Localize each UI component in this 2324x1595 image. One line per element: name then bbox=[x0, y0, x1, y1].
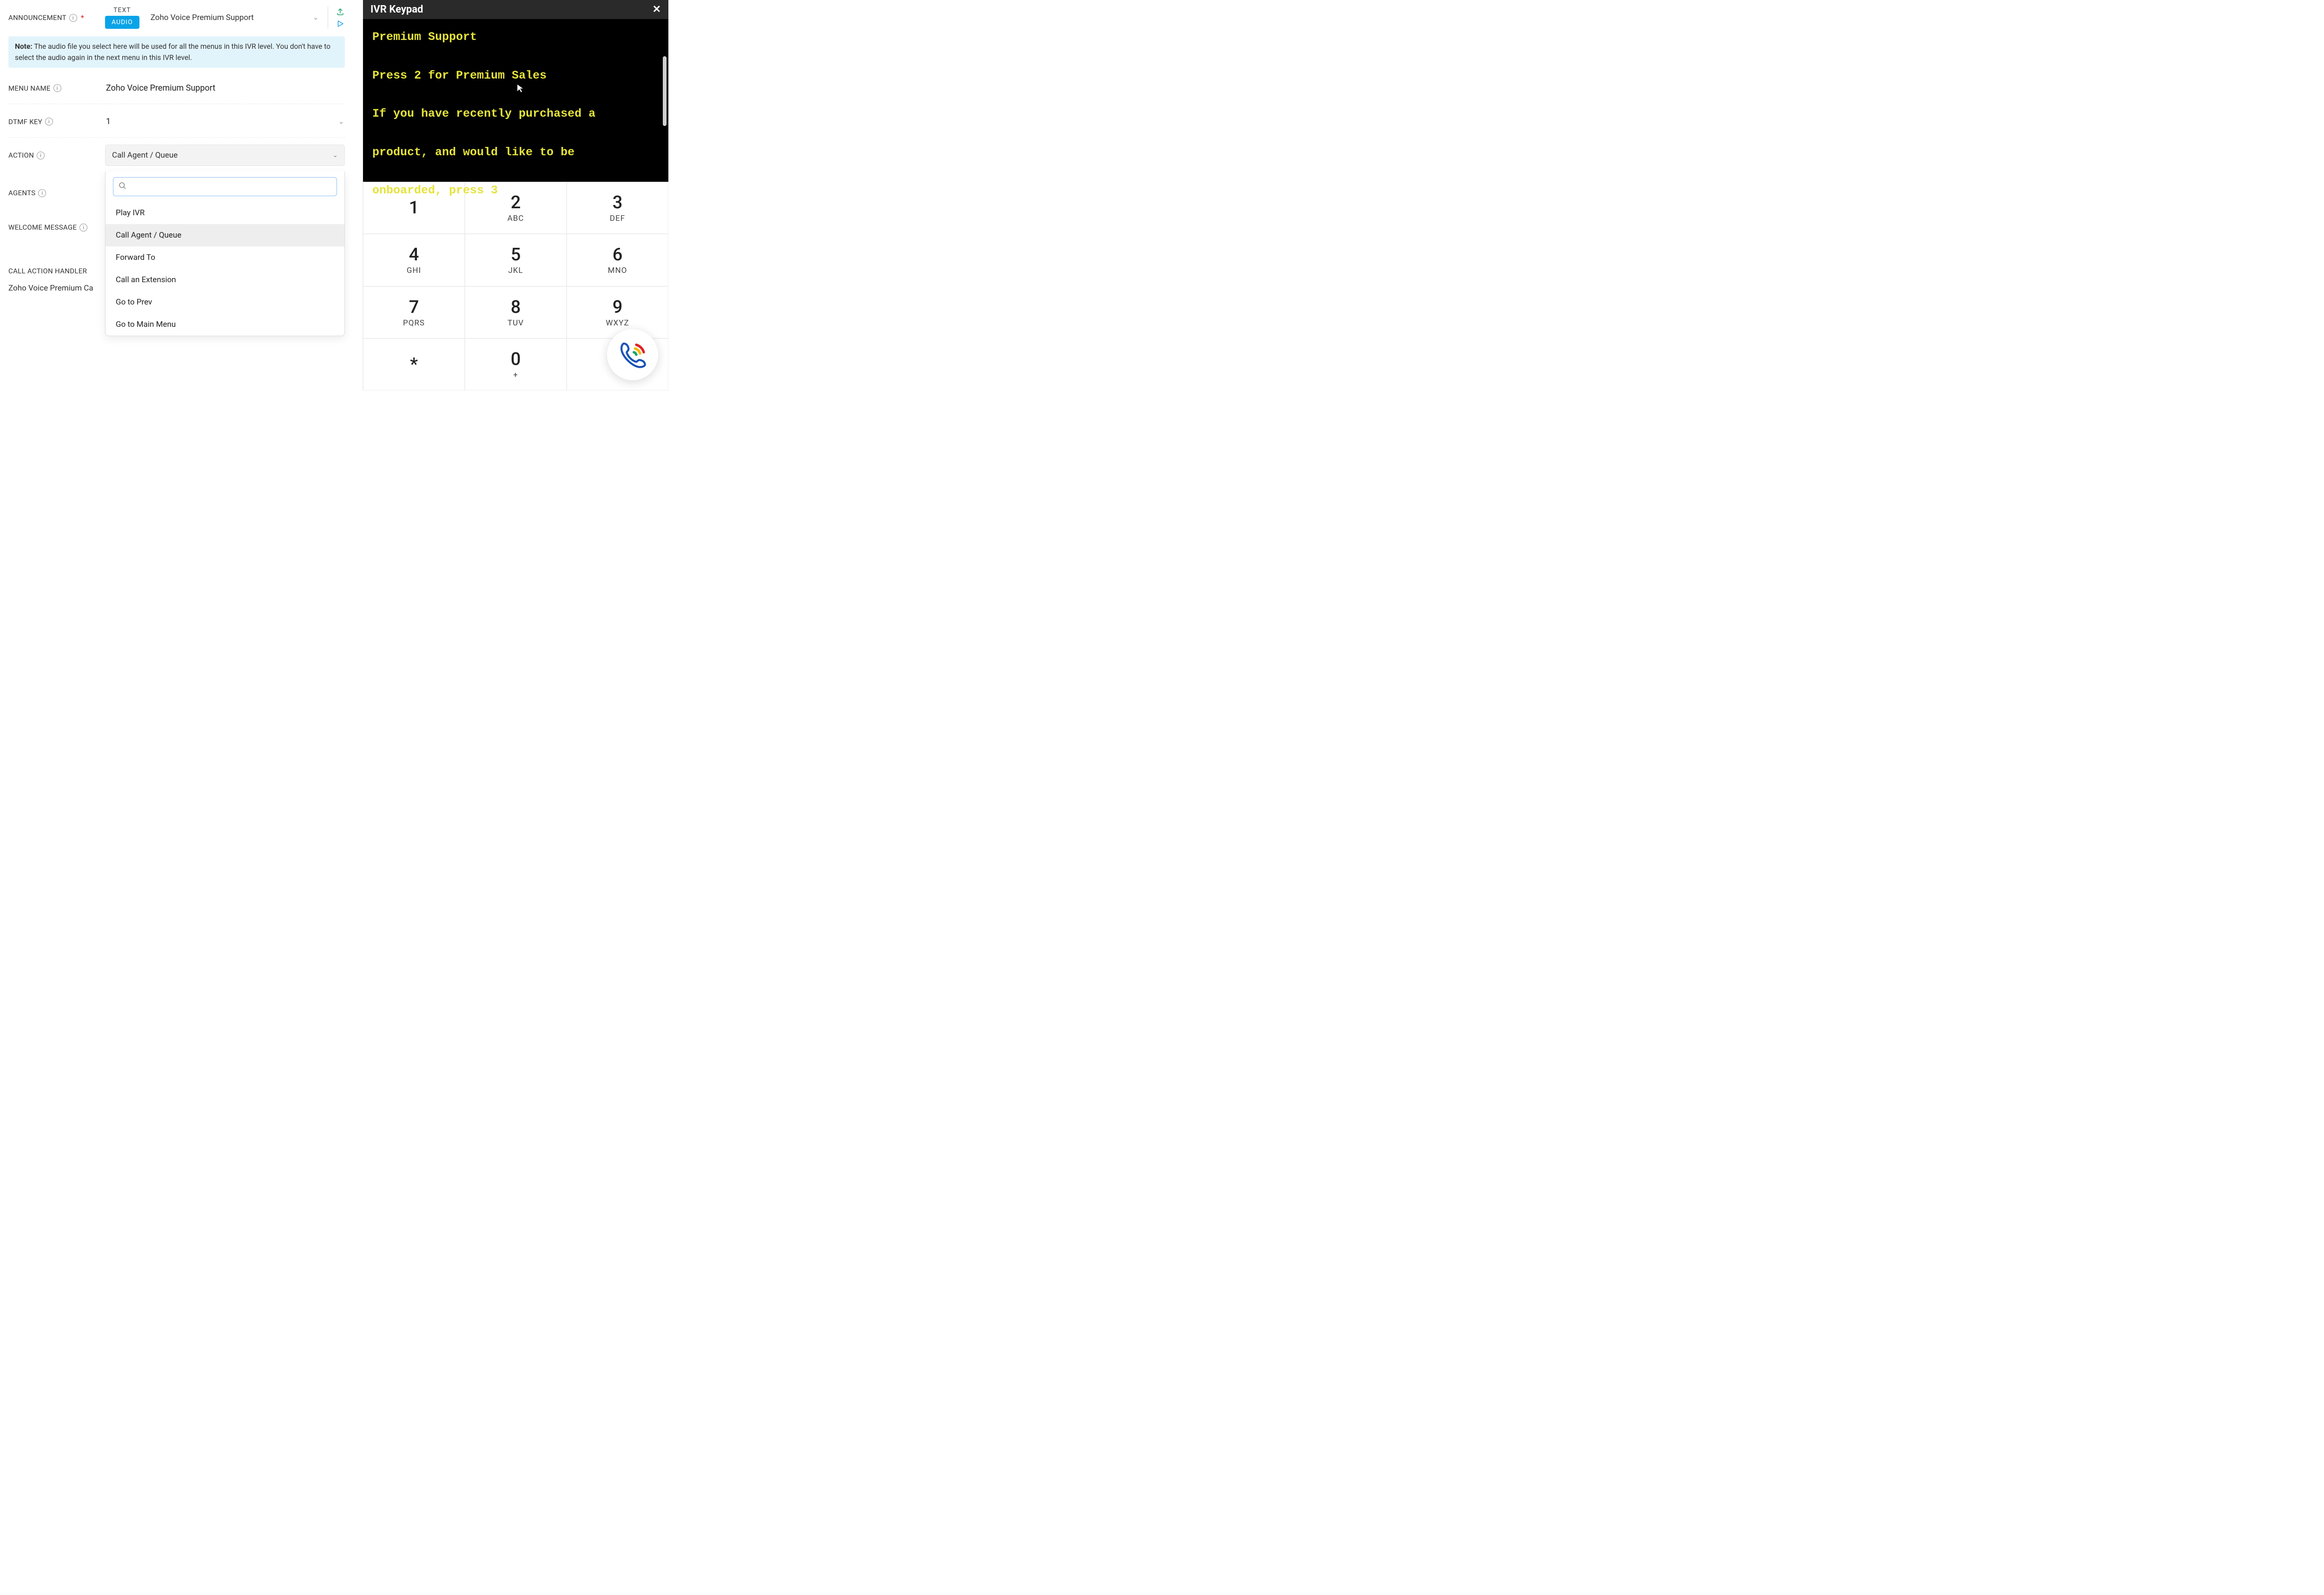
keypad-key[interactable]: 7PQRS bbox=[363, 286, 465, 338]
keypad-letters: GHI bbox=[407, 266, 421, 275]
action-label: ACTION bbox=[8, 151, 34, 159]
ivr-keypad-panel: IVR Keypad ✕ Premium Support Press 2 for… bbox=[363, 0, 668, 390]
action-option[interactable]: Go to Prev bbox=[106, 291, 344, 313]
display-line bbox=[372, 123, 659, 142]
tab-text[interactable]: TEXT bbox=[113, 7, 131, 14]
action-option[interactable]: Go to Main Menu bbox=[106, 313, 344, 336]
keypad-title: IVR Keypad bbox=[370, 4, 423, 15]
keypad-digit: 9 bbox=[613, 297, 623, 318]
keypad-letters: WXYZ bbox=[606, 318, 629, 328]
info-icon[interactable]: i bbox=[53, 84, 61, 92]
keypad-key[interactable]: 4GHI bbox=[363, 234, 465, 286]
keypad-key[interactable]: * bbox=[363, 338, 465, 390]
keypad-key[interactable]: 8TUV bbox=[465, 286, 567, 338]
display-line: Press 2 for Premium Sales bbox=[372, 66, 659, 85]
action-row: ACTION i Call Agent / Queue ⌄ Play IVRCa… bbox=[8, 138, 345, 171]
phone-fab[interactable] bbox=[607, 329, 658, 380]
announcement-label: ANNOUNCEMENT i * bbox=[8, 13, 105, 22]
menu-name-value: Zoho Voice Premium Support bbox=[106, 83, 215, 93]
upload-icon[interactable] bbox=[336, 7, 345, 16]
keypad-letters: TUV bbox=[508, 318, 524, 328]
keypad-key[interactable]: 9WXYZ bbox=[567, 286, 668, 338]
chevron-down-icon: ⌄ bbox=[313, 14, 318, 21]
display-line: If you have recently purchased a bbox=[372, 104, 659, 123]
announcement-value: TEXT AUDIO Zoho Voice Premium Support ⌄ bbox=[105, 7, 345, 29]
keypad-letters: JKL bbox=[508, 266, 523, 275]
display-line: product, and would like to be bbox=[372, 143, 659, 162]
announcement-label-text: ANNOUNCEMENT bbox=[8, 13, 66, 22]
chevron-down-icon: ⌄ bbox=[332, 152, 338, 159]
action-dropdown: Play IVRCall Agent / QueueForward ToCall… bbox=[105, 172, 345, 336]
action-select[interactable]: Call Agent / Queue ⌄ bbox=[105, 145, 345, 166]
info-icon[interactable]: i bbox=[69, 14, 77, 22]
action-option[interactable]: Call Agent / Queue bbox=[106, 224, 344, 246]
call-action-handler-label: CALL ACTION HANDLER bbox=[8, 267, 87, 275]
keypad-digit: 8 bbox=[511, 297, 521, 318]
close-icon[interactable]: ✕ bbox=[653, 4, 661, 15]
keypad-digit: 1 bbox=[409, 198, 419, 218]
info-icon[interactable]: i bbox=[79, 224, 87, 232]
dtmf-select[interactable]: 1 ⌄ bbox=[105, 115, 345, 128]
dtmf-row: DTMF KEY i 1 ⌄ bbox=[8, 104, 345, 138]
action-option[interactable]: Call an Extension bbox=[106, 269, 344, 291]
welcome-label: WELCOME MESSAGE bbox=[8, 223, 77, 232]
note-bold: Note: bbox=[15, 42, 33, 51]
action-select-wrap: Call Agent / Queue ⌄ Play IVRCall Agent … bbox=[105, 145, 345, 166]
keypad-key[interactable]: 0+ bbox=[465, 338, 567, 390]
keypad-header: IVR Keypad ✕ bbox=[363, 0, 668, 19]
display-line bbox=[372, 85, 659, 104]
announcement-audio-value: Zoho Voice Premium Support bbox=[151, 13, 254, 22]
dtmf-label: DTMF KEY bbox=[8, 118, 42, 126]
dtmf-value: 1 bbox=[106, 117, 111, 126]
menu-name-input[interactable]: Zoho Voice Premium Support bbox=[105, 81, 345, 95]
announcement-tabs: TEXT AUDIO bbox=[105, 7, 139, 29]
info-icon[interactable]: i bbox=[45, 118, 53, 126]
display-line: Premium Support bbox=[372, 27, 659, 46]
keypad-digit: 6 bbox=[613, 245, 623, 265]
menu-name-row: MENU NAME i Zoho Voice Premium Support bbox=[8, 71, 345, 104]
required-asterisk: * bbox=[81, 13, 84, 22]
keypad-key[interactable]: 5JKL bbox=[465, 234, 567, 286]
menu-name-label: MENU NAME bbox=[8, 84, 51, 93]
scrollbar[interactable] bbox=[663, 56, 667, 126]
ivr-config-panel: ANNOUNCEMENT i * TEXT AUDIO Zoho Voice P… bbox=[0, 0, 353, 390]
keypad-digit: 0 bbox=[511, 349, 521, 370]
announcement-row: ANNOUNCEMENT i * TEXT AUDIO Zoho Voice P… bbox=[8, 0, 345, 33]
info-icon[interactable]: i bbox=[38, 189, 46, 197]
tab-audio[interactable]: AUDIO bbox=[105, 16, 139, 29]
keypad-digit: 5 bbox=[511, 245, 521, 265]
chevron-down-icon: ⌄ bbox=[338, 118, 344, 126]
action-option[interactable]: Play IVR bbox=[106, 202, 344, 224]
search-icon bbox=[118, 181, 126, 192]
display-line bbox=[372, 46, 659, 66]
keypad-display: Premium Support Press 2 for Premium Sale… bbox=[363, 19, 668, 182]
dropdown-search[interactable] bbox=[113, 177, 337, 196]
keypad-letters: MNO bbox=[608, 266, 627, 275]
keypad-digit: 4 bbox=[409, 245, 419, 265]
note-text: The audio file you select here will be u… bbox=[15, 42, 330, 62]
note-box: Note: The audio file you select here wil… bbox=[8, 36, 345, 68]
action-option[interactable]: Forward To bbox=[106, 246, 344, 269]
keypad-letters: + bbox=[513, 371, 518, 380]
info-icon[interactable]: i bbox=[37, 152, 45, 159]
action-value: Call Agent / Queue bbox=[112, 151, 178, 160]
display-line: onboarded, press 3 bbox=[372, 181, 659, 200]
dropdown-search-input[interactable] bbox=[130, 183, 332, 191]
keypad-letters: ABC bbox=[508, 214, 524, 223]
keypad-letters: DEF bbox=[610, 214, 625, 223]
agents-label: AGENTS bbox=[8, 189, 35, 197]
announcement-audio-select[interactable]: Zoho Voice Premium Support ⌄ bbox=[149, 10, 320, 25]
keypad-digit: * bbox=[410, 354, 418, 375]
keypad-key[interactable]: 6MNO bbox=[567, 234, 668, 286]
keypad-digit: 7 bbox=[409, 297, 419, 318]
display-line bbox=[372, 162, 659, 181]
play-icon[interactable] bbox=[336, 20, 344, 28]
keypad-letters: PQRS bbox=[403, 318, 425, 328]
announcement-actions bbox=[336, 7, 345, 28]
